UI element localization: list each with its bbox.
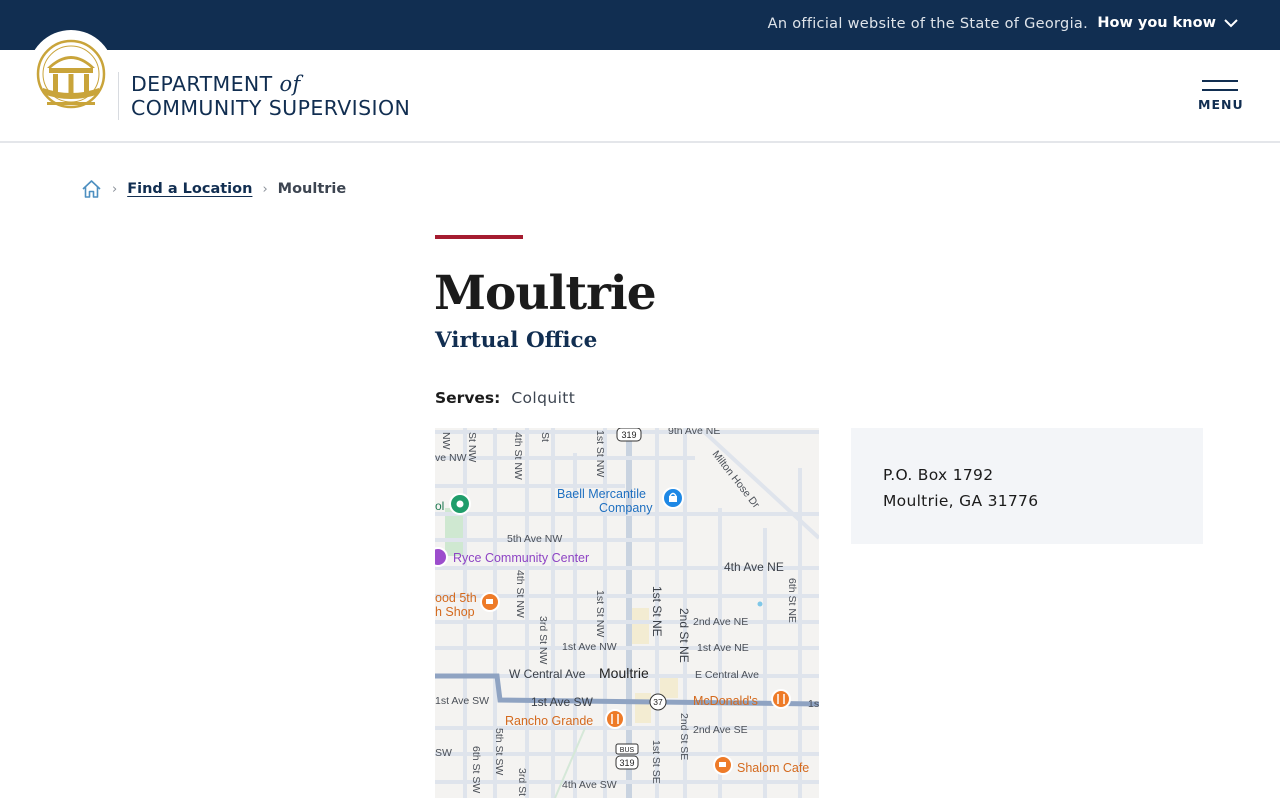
dept-of: of: [279, 72, 301, 96]
menu-button[interactable]: MENU: [1198, 80, 1244, 112]
map-block: [660, 676, 678, 698]
chevron-right-icon: ›: [262, 181, 268, 197]
header-divider: [118, 72, 119, 120]
map-place-label: Rancho Grande: [505, 714, 593, 728]
map-street-label: ve NW: [435, 452, 467, 464]
map-street-label: 6th St SW: [470, 746, 482, 793]
map-street-label: 1st Ave NE: [697, 642, 749, 654]
address-line2: Moultrie, GA 31776: [883, 492, 1039, 510]
site-header: DEPARTMENT of COMMUNITY SUPERVISION MENU: [0, 30, 1280, 143]
map-street-label: 1s: [808, 698, 819, 710]
page-subtitle: Virtual Office: [435, 328, 598, 353]
hamburger-icon: [1202, 80, 1238, 82]
map-street-label: 1st Ave SW: [531, 695, 593, 709]
map-place-label: Baell Mercantile: [557, 487, 646, 501]
map-street-label: 1st Ave NW: [562, 641, 617, 653]
map-street-label: St NW: [466, 432, 478, 462]
map-city-label: Moultrie: [599, 665, 649, 681]
map-street-label: 5th Ave NW: [507, 533, 562, 545]
dept-line2: COMMUNITY SUPERVISION: [131, 96, 411, 120]
map-block: [635, 693, 651, 723]
map-street-label: 4th Ave SW: [562, 779, 617, 791]
map-poi-shop-marker[interactable]: [662, 487, 684, 509]
map-poi-shalom-marker[interactable]: [713, 755, 733, 775]
map-street-label: 3rd St NW: [537, 616, 549, 665]
map-street-label: 4th St NW: [514, 570, 526, 618]
bus-319-shield: BUS 319: [615, 743, 639, 770]
map-place-label: Shalom Cafe: [737, 761, 809, 775]
map-street-label: St: [539, 432, 551, 442]
map-street-label: 6th St NE: [786, 578, 798, 623]
gov-banner: An official website of the State of Geor…: [0, 0, 1280, 50]
shield-text: BUS: [620, 747, 635, 754]
home-icon[interactable]: [81, 179, 102, 199]
serves-info: Serves: Colquitt: [435, 389, 575, 407]
serves-value: Colquitt: [511, 389, 576, 407]
map-place-label: h Shop: [435, 605, 475, 619]
map-street-label: 4th St NW: [512, 432, 524, 480]
us-319-shield-top: 319: [616, 428, 642, 442]
map-place-label: Company: [599, 501, 653, 515]
breadcrumb-current: Moultrie: [277, 181, 347, 197]
map-street-label: 4th Ave NE: [724, 560, 784, 574]
map-street-label: 9th Ave NE: [668, 428, 720, 437]
map-poi-mcdonalds-marker[interactable]: [771, 689, 791, 709]
map-street-label: 1st St NW: [594, 430, 606, 477]
shield-text: 319: [621, 430, 636, 440]
address-card: P.O. Box 1792 Moultrie, GA 31776: [851, 428, 1203, 544]
map-poi-community-marker[interactable]: [435, 547, 448, 567]
breadcrumb-find-location-link[interactable]: Find a Location: [127, 181, 252, 197]
sr-37-shield: 37: [649, 693, 667, 711]
map-street-label: 1st St NE: [650, 586, 664, 637]
hamburger-icon-bar: [1202, 89, 1238, 91]
address-line1: P.O. Box 1792: [883, 466, 994, 484]
map-street-label: SW: [435, 747, 452, 759]
map-street-label: 2nd Ave NE: [693, 616, 748, 628]
how-you-know-toggle[interactable]: How you know: [1097, 15, 1238, 31]
dept-line1: DEPARTMENT: [131, 72, 273, 96]
map-place-label: McDonald's: [693, 694, 758, 708]
how-you-know-label: How you know: [1097, 15, 1216, 31]
map-block: [631, 608, 649, 644]
shield-text: 37: [653, 697, 663, 707]
department-name[interactable]: DEPARTMENT of COMMUNITY SUPERVISION: [131, 72, 410, 120]
map-street-label: 2nd St NE: [677, 608, 691, 663]
official-site-text: An official website of the State of Geor…: [767, 16, 1088, 32]
map-street-label: 2nd Ave SE: [693, 724, 748, 736]
serves-label: Serves:: [435, 389, 501, 407]
map-place-label: ol: [435, 499, 444, 513]
map-street-label: 2nd St SE: [678, 713, 690, 760]
breadcrumb: › Find a Location › Moultrie: [81, 179, 346, 199]
map-street-label: 5th St SW: [493, 728, 505, 775]
page-title: Moultrie: [434, 266, 657, 321]
map-poi-green-marker[interactable]: [449, 474, 471, 518]
georgia-seal-logo[interactable]: [28, 30, 114, 116]
map-place-label: ood 5th: [435, 591, 477, 605]
map-poi-cafe-marker[interactable]: [480, 592, 500, 612]
chevron-down-icon: [1224, 19, 1238, 28]
shield-text: 319: [619, 758, 634, 768]
menu-label: MENU: [1198, 97, 1244, 112]
map-street-label: 1st St NW: [594, 590, 606, 637]
map-street-label: NW: [440, 432, 452, 450]
location-map[interactable]: 9th Ave NE Milton Hose Dr ve NW 5th Ave …: [435, 428, 819, 798]
map-poi-restaurant-marker[interactable]: [605, 709, 625, 729]
map-street-label: E Central Ave: [695, 669, 759, 681]
map-place-label: Ryce Community Center: [453, 551, 589, 565]
title-accent-bar: [435, 235, 523, 239]
chevron-right-icon: ›: [112, 181, 118, 197]
map-street-label: 3rd St SW: [516, 768, 528, 798]
map-street-label: W Central Ave: [509, 667, 586, 681]
seal-icon: [36, 39, 106, 109]
map-street-label: 1st St SE: [650, 740, 662, 784]
map-street-label: 1st Ave SW: [435, 695, 489, 707]
